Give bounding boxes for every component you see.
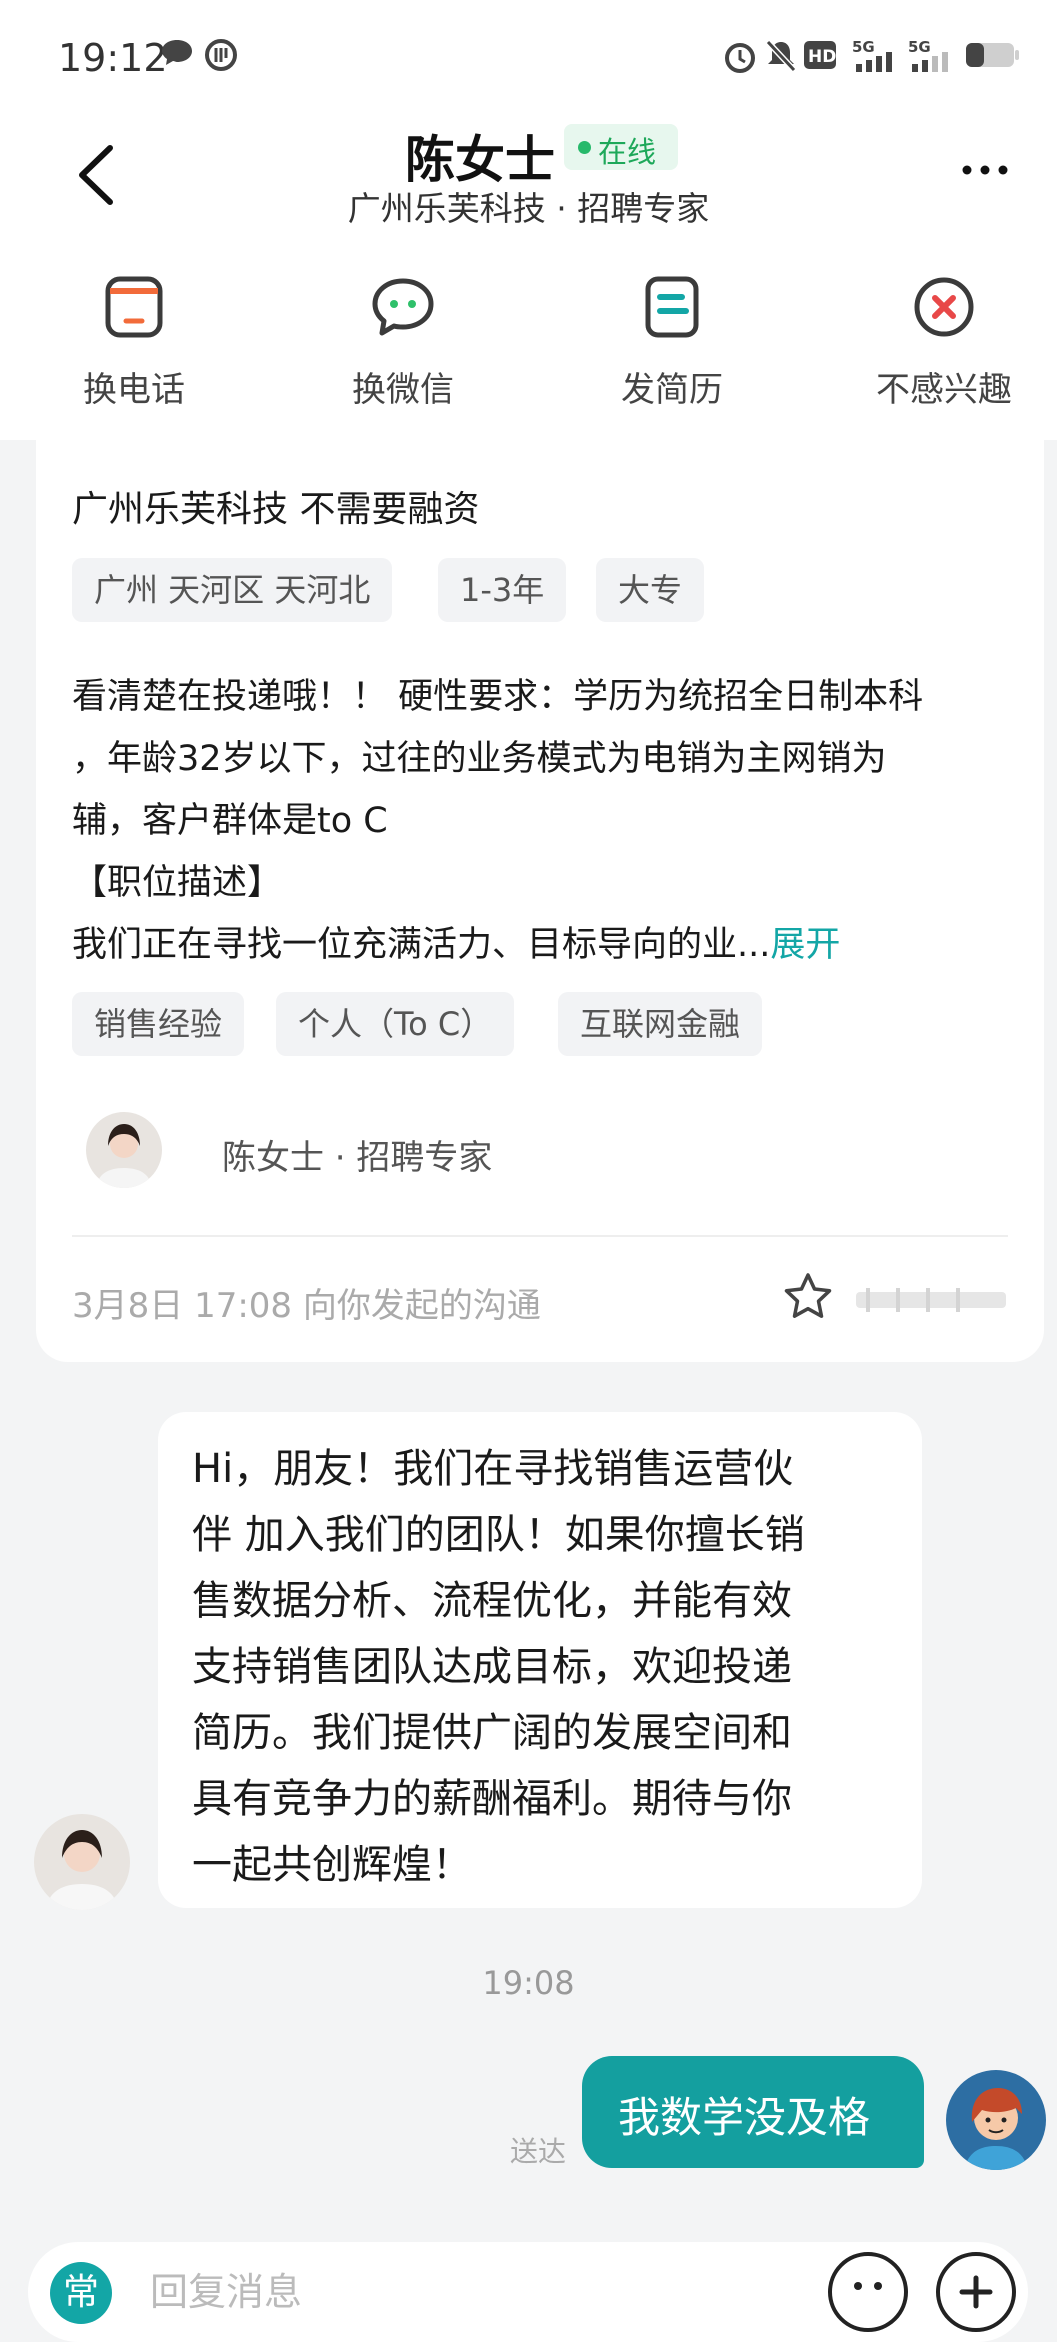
job-card[interactable]: 广州乐芙科技 不需要融资 广州 天河区 天河北 1-3年 大专 看清楚在投递哦！… [36, 440, 1044, 1362]
phone-icon [105, 276, 163, 338]
message-line: 支持销售团队达成目标，欢迎投递 [192, 1644, 792, 1690]
message-line: Hi，朋友！我们在寻找销售运营伙 [192, 1446, 794, 1492]
location-tag: 广州 天河区 天河北 [72, 558, 393, 622]
action-not-interested[interactable]: 不感兴趣 [844, 270, 1044, 420]
battery-icon [966, 43, 1019, 67]
outgoing-message-bubble[interactable]: 我数学没及格 [582, 2056, 924, 2168]
message-line: 售数据分析、流程优化，并能有效 [192, 1578, 792, 1624]
wechat-icon [372, 278, 434, 336]
reply-input[interactable] [148, 2256, 802, 2328]
avatar[interactable] [946, 2070, 1046, 2170]
description-line: ，年龄32岁以下，过往的业务模式为电销为主网销为 [72, 739, 887, 779]
more-actions-button[interactable] [936, 2252, 1016, 2332]
action-label: 换电话 [83, 370, 185, 410]
action-label: 发简历 [621, 370, 723, 410]
action-exchange-wechat[interactable]: 换微信 [303, 270, 503, 420]
action-label: 不感兴趣 [876, 370, 1012, 410]
outgoing-message-text: 我数学没及格 [618, 2093, 871, 2142]
message-line: 伴 加入我们的团队！如果你擅长销 [192, 1512, 805, 1558]
user-avatar-image [946, 2070, 1046, 2170]
vpn-icon [205, 39, 237, 71]
star-icon[interactable] [781, 1270, 835, 1324]
online-dot-icon [578, 141, 591, 154]
online-status-badge: 在线 [564, 124, 678, 170]
message-line: 简历。我们提供广阔的发展空间和 [192, 1710, 792, 1756]
delivery-status: 送达 [510, 2135, 567, 2168]
recruiter-info: 陈女士 · 招聘专家 [222, 1138, 493, 1178]
plus-icon [959, 2275, 993, 2309]
description-line: 看清楚在投递哦！！ 硬性要求：学历为统招全日制本科 [72, 677, 924, 717]
action-exchange-phone[interactable]: 换电话 [34, 270, 234, 420]
contact-subtitle: 广州乐芙科技 · 招聘专家 [347, 189, 710, 228]
experience-tag: 1-3年 [438, 558, 567, 622]
message-bubble-icon [162, 40, 192, 65]
reply-input-container: 常 [28, 2242, 1028, 2342]
description-preview: 我们正在寻找一位充满活力、目标导向的业... [72, 925, 771, 965]
recruiter-avatar-image [34, 1814, 130, 1910]
recruiter-avatar-image [86, 1112, 162, 1188]
alarm-icon [725, 43, 755, 73]
expand-link[interactable]: 展开 [770, 925, 840, 965]
avatar[interactable] [86, 1112, 162, 1188]
action-label: 换微信 [352, 370, 454, 410]
online-status-label: 在线 [598, 135, 657, 169]
company-info: 广州乐芙科技 不需要融资 [72, 489, 480, 530]
description-last-line: 我们正在寻找一位充满活力、目标导向的业...展开 [72, 916, 840, 967]
quick-reply-button[interactable]: 常 [50, 2262, 112, 2324]
incoming-message-bubble[interactable]: Hi，朋友！我们在寻找销售运营伙 伴 加入我们的团队！如果你擅长销 售数据分析、… [158, 1412, 922, 1908]
skill-tag: 互联网金融 [558, 992, 763, 1056]
description-heading: 【职位描述】 [72, 863, 283, 903]
smiley-icon [854, 2282, 882, 2290]
resume-icon [645, 276, 699, 338]
status-bar: 19:12 HD 5G 5G [0, 0, 1057, 110]
emoji-button[interactable] [828, 2252, 908, 2332]
divider [72, 1235, 1008, 1237]
description-line: 辅，客户群体是to C [72, 801, 388, 841]
skill-tag: 销售经验 [72, 992, 245, 1056]
message-line: 一起共创辉煌！ [192, 1842, 472, 1888]
obscured-text [856, 1288, 1006, 1312]
education-tag: 大专 [596, 558, 705, 622]
hd-icon: HD [804, 41, 836, 69]
message-timestamp: 19:08 [482, 1964, 575, 2002]
avatar[interactable] [34, 1814, 130, 1910]
svg-text:5G: 5G [852, 38, 875, 56]
svg-text:HD: HD [808, 47, 836, 67]
more-dots-icon [962, 165, 1008, 175]
signal-5g-icon: 5G [852, 38, 892, 72]
signal-5g-icon: 5G [908, 38, 948, 72]
skill-tag: 个人（To C） [276, 992, 515, 1056]
more-options-button[interactable] [955, 150, 1015, 190]
message-line: 具有竞争力的薪酬福利。期待与你 [192, 1776, 792, 1822]
conversation-start-info: 3月8日 17:08 向你发起的沟通 [72, 1286, 541, 1326]
action-send-resume[interactable]: 发简历 [572, 270, 772, 420]
status-time: 19:12 [58, 36, 168, 80]
svg-text:5G: 5G [908, 38, 931, 56]
close-circle-icon [914, 277, 974, 337]
mute-icon [765, 39, 797, 73]
